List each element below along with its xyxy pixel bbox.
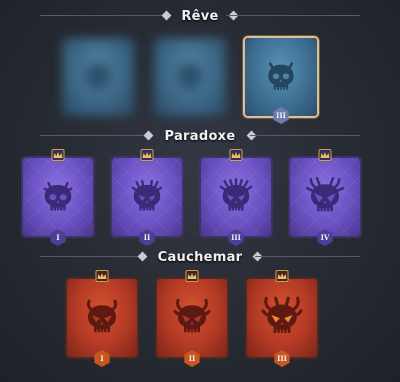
section-header-cauchemar: Cauchemar xyxy=(0,247,400,267)
skull-icon xyxy=(261,296,303,333)
divider-line xyxy=(40,256,145,257)
card-face xyxy=(288,156,362,238)
reve-card-3[interactable]: III xyxy=(243,36,319,124)
card-face xyxy=(245,38,317,116)
divider-diamond xyxy=(143,130,154,141)
paradoxe-card-2[interactable]: II xyxy=(110,149,184,246)
paradoxe-card-4[interactable]: IV xyxy=(288,149,362,246)
section-header-reve: Rêve xyxy=(0,6,400,26)
divider-diamond xyxy=(161,10,172,21)
paradoxe-card-1[interactable]: I xyxy=(21,149,95,246)
card-face xyxy=(21,156,95,238)
divider-line xyxy=(250,135,360,136)
section-title-cauchemar: Cauchemar xyxy=(157,249,243,265)
card-face xyxy=(62,38,134,116)
divider-line xyxy=(40,15,168,16)
cauchemar-card-2[interactable]: II xyxy=(155,270,229,367)
section-title-paradoxe: Paradoxe xyxy=(164,128,236,144)
card-face xyxy=(65,277,139,359)
card-face xyxy=(199,156,273,238)
card-face xyxy=(154,38,226,116)
skull-icon xyxy=(43,181,73,211)
crown-icon xyxy=(51,149,65,161)
card-face xyxy=(245,277,319,359)
skull-icon xyxy=(87,299,117,333)
skull-icon xyxy=(219,177,253,211)
section-title-reve: Rêve xyxy=(181,8,219,24)
divider-line xyxy=(255,256,360,257)
skull-icon xyxy=(268,62,294,90)
divider-line xyxy=(226,15,360,16)
card-face xyxy=(155,277,229,359)
card-face xyxy=(110,156,184,238)
skull-icon xyxy=(177,63,203,90)
crown-icon xyxy=(95,270,109,282)
paradoxe-card-3[interactable]: III xyxy=(199,149,273,246)
crown-icon xyxy=(140,149,154,161)
crown-icon xyxy=(275,270,289,282)
reve-card-2[interactable] xyxy=(154,38,226,116)
cauchemar-card-1[interactable]: I xyxy=(65,270,139,367)
skull-icon xyxy=(131,179,163,211)
reve-card-1[interactable] xyxy=(62,38,134,116)
divider-diamond xyxy=(137,251,148,262)
cauchemar-card-3[interactable]: III xyxy=(245,270,319,367)
crown-icon xyxy=(185,270,199,282)
skull-icon xyxy=(173,298,211,333)
crown-icon xyxy=(229,149,243,161)
skull-icon xyxy=(305,176,345,212)
skull-icon xyxy=(85,63,111,90)
crown-icon xyxy=(318,149,332,161)
section-header-paradoxe: Paradoxe xyxy=(0,126,400,146)
divider-line xyxy=(40,135,150,136)
